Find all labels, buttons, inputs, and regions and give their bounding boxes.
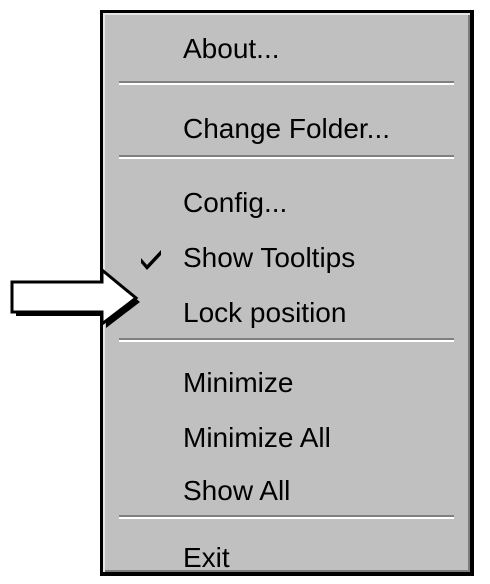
menu-item-label: Minimize All	[183, 422, 331, 453]
right-arrow-icon	[10, 268, 140, 328]
menu-separator	[119, 515, 454, 519]
context-menu: About... Change Folder... Config... Show…	[100, 10, 474, 576]
menu-item-label: Config...	[183, 187, 288, 218]
menu-item-label: Lock position	[183, 297, 347, 328]
menu-separator	[119, 338, 454, 342]
menu-item-label: Show All	[183, 475, 291, 506]
menu-item-show-all[interactable]: Show All	[103, 471, 470, 511]
menu-item-about[interactable]: About...	[103, 29, 470, 69]
menu-item-config[interactable]: Config...	[103, 183, 470, 223]
menu-item-change-folder[interactable]: Change Folder...	[103, 109, 470, 149]
menu-item-lock-position[interactable]: Lock position	[103, 293, 470, 333]
menu-item-label: Change Folder...	[183, 113, 391, 144]
menu-item-exit[interactable]: Exit	[103, 538, 470, 578]
menu-item-label: Minimize	[183, 367, 294, 398]
menu-item-label: About...	[183, 33, 280, 64]
menu-item-show-tooltips[interactable]: Show Tooltips	[103, 238, 470, 278]
menu-separator	[119, 155, 454, 159]
menu-separator	[119, 81, 454, 85]
menu-item-label: Show Tooltips	[183, 242, 356, 273]
menu-item-minimize-all[interactable]: Minimize All	[103, 418, 470, 458]
menu-item-label: Exit	[183, 542, 230, 573]
menu-item-minimize[interactable]: Minimize	[103, 363, 470, 403]
